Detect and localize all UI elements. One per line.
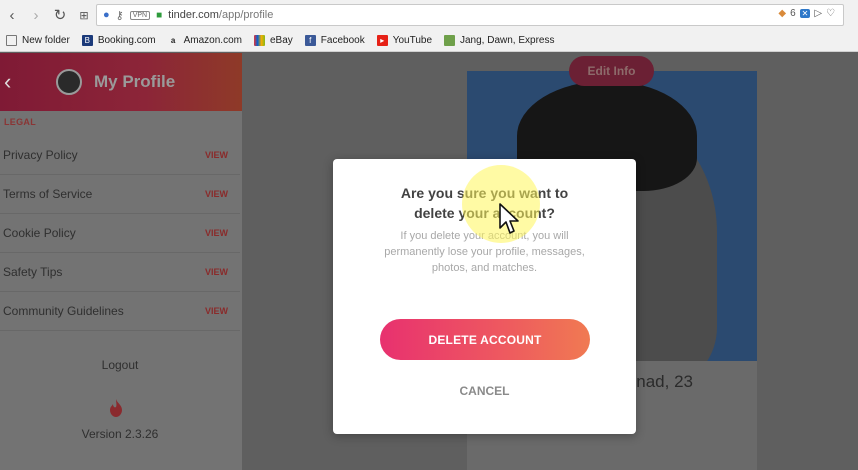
extension-cube-icon[interactable]: ◆ (778, 8, 786, 19)
bookmark-label: eBay (269, 35, 293, 46)
sidebar-item-community-guidelines[interactable]: Community Guidelines VIEW (0, 292, 240, 331)
sidebar-item-safety-tips[interactable]: Safety Tips VIEW (0, 253, 240, 292)
amazon-icon: a (170, 36, 176, 45)
bookmark-label: Amazon.com (183, 35, 242, 46)
view-link[interactable]: VIEW (205, 228, 228, 238)
bookmark-label: Booking.com (97, 35, 156, 46)
youtube-icon: ▸ (376, 35, 388, 46)
logout-button[interactable]: Logout (0, 358, 240, 372)
bookmark-ebay[interactable]: eBay (253, 35, 293, 46)
avatar[interactable] (56, 69, 82, 95)
cancel-button[interactable]: CANCEL (333, 384, 636, 398)
back-icon[interactable]: ‹ (0, 3, 24, 27)
sidebar-item-label: Safety Tips (3, 265, 63, 279)
sidebar-item-terms-of-service[interactable]: Terms of Service VIEW (0, 175, 240, 214)
heart-icon[interactable]: ♡ (826, 8, 835, 19)
location-icon[interactable]: ● (103, 9, 110, 21)
mouse-pointer-icon (499, 203, 519, 234)
ebay-icon (253, 35, 265, 46)
back-arrow-icon[interactable]: ‹ (2, 69, 42, 95)
bookmark-label: YouTube (392, 35, 432, 46)
view-link[interactable]: VIEW (205, 150, 228, 160)
sidebar-item-cookie-policy[interactable]: Cookie Policy VIEW (0, 214, 240, 253)
bookmark-facebook[interactable]: f Facebook (304, 35, 365, 46)
bookmark-booking[interactable]: B Booking.com (81, 35, 156, 46)
view-link[interactable]: VIEW (205, 267, 228, 277)
bookmark-new-folder[interactable]: New folder (6, 35, 70, 46)
bookmark-youtube[interactable]: ▸ YouTube (376, 35, 432, 46)
browser-toolbar: ‹ › ↻ ⊞ ● ⚷ VPN ■ tinder.com/app/profile… (0, 0, 858, 30)
bookmark-amazon[interactable]: a Amazon.com (168, 35, 242, 46)
page-content: ‹ My Profile LEGAL Privacy Policy VIEW T… (0, 53, 858, 470)
address-actions: ◆ 6 ✕ ▷ ♡ (778, 8, 835, 19)
sidebar-item-label: Cookie Policy (3, 226, 76, 240)
delete-account-button[interactable]: DELETE ACCOUNT (380, 319, 590, 360)
key-icon[interactable]: ⚷ (116, 9, 124, 22)
send-icon[interactable]: ▷ (814, 8, 822, 19)
extension-x-icon[interactable]: ✕ (799, 9, 811, 18)
vpn-badge[interactable]: VPN (129, 10, 151, 20)
url-host: tinder.com (168, 9, 219, 21)
apps-grid-icon[interactable]: ⊞ (72, 3, 96, 27)
booking-icon: B (81, 35, 93, 46)
url-path: /app/profile (218, 9, 274, 21)
bookmark-news[interactable]: Jang, Dawn, Express (444, 35, 555, 46)
sidebar-item-label: Privacy Policy (3, 148, 78, 162)
sidebar-item-privacy-policy[interactable]: Privacy Policy VIEW (0, 136, 240, 175)
url-text[interactable]: tinder.com/app/profile (168, 9, 273, 21)
sidebar-item-label: Community Guidelines (3, 304, 124, 318)
profile-sidebar: ‹ My Profile LEGAL Privacy Policy VIEW T… (0, 53, 242, 470)
edit-info-button[interactable]: Edit Info (569, 56, 654, 86)
reload-icon[interactable]: ↻ (48, 3, 72, 27)
flame-icon (110, 399, 122, 417)
bookmarks-bar: New folder B Booking.com a Amazon.com eBay… (0, 30, 858, 52)
view-link[interactable]: VIEW (205, 306, 228, 316)
address-bar[interactable]: ● ⚷ VPN ■ tinder.com/app/profile ◆ 6 ✕ ▷… (96, 4, 844, 26)
sidebar-header: ‹ My Profile (0, 53, 242, 111)
sidebar-title: My Profile (94, 72, 176, 91)
news-icon (444, 35, 455, 46)
bookmark-label: Facebook (320, 35, 365, 46)
view-link[interactable]: VIEW (205, 189, 228, 199)
folder-icon (6, 35, 17, 46)
bookmark-label: Jang, Dawn, Express (460, 35, 555, 46)
forward-icon[interactable]: › (24, 3, 48, 27)
extension-count: 6 (790, 8, 796, 19)
version-text: Version 2.3.26 (81, 427, 159, 441)
facebook-icon: f (304, 35, 316, 46)
sidebar-item-label: Terms of Service (3, 187, 93, 201)
lock-icon: ■ (156, 9, 163, 21)
bookmark-label: New folder (22, 35, 70, 46)
section-label-legal: LEGAL (4, 117, 36, 127)
